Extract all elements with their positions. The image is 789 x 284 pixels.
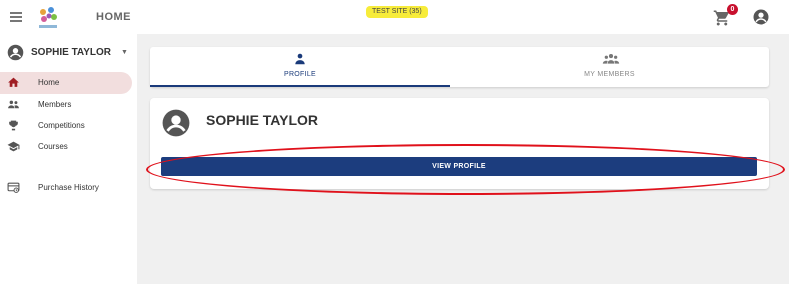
user-avatar-icon <box>7 44 24 61</box>
sidebar-item-courses[interactable]: Courses <box>0 136 132 158</box>
view-profile-button[interactable]: VIEW PROFILE <box>161 157 757 176</box>
sidebar-user-name: SOPHIE TAYLOR <box>31 47 112 58</box>
receipt-icon <box>7 182 20 193</box>
sidebar-item-label: Home <box>38 78 60 87</box>
sidebar-item-label: Purchase History <box>38 183 99 192</box>
sidebar-item-label: Members <box>38 100 72 109</box>
hamburger-icon[interactable] <box>10 12 22 22</box>
tab-my-members[interactable]: MY MEMBERS <box>450 47 769 87</box>
tab-label: PROFILE <box>283 71 317 78</box>
logo-image[interactable] <box>34 4 62 31</box>
group-icon <box>602 54 620 64</box>
person-icon <box>295 53 305 65</box>
account-icon[interactable] <box>752 8 770 26</box>
top-bar: HOME TEST SITE (35) 0 <box>0 0 789 34</box>
sidebar-item-competitions[interactable]: Competitions <box>0 115 132 137</box>
members-icon <box>8 100 19 109</box>
sidebar-item-label: Competitions <box>38 121 85 130</box>
profile-card: SOPHIE TAYLOR VIEW PROFILE <box>150 98 769 189</box>
graduation-cap-icon <box>7 141 20 152</box>
tab-bar: PROFILE MY MEMBERS <box>150 47 769 87</box>
site-badge: TEST SITE (35) <box>366 6 428 18</box>
sidebar-item-home[interactable]: Home <box>0 72 132 94</box>
profile-avatar-icon <box>162 109 190 137</box>
page-title: HOME <box>96 11 131 23</box>
sidebar-item-purchase-history[interactable]: Purchase History <box>0 177 132 199</box>
profile-name: SOPHIE TAYLOR <box>206 112 319 128</box>
tab-profile[interactable]: PROFILE <box>150 47 450 87</box>
chevron-down-icon: ▼ <box>121 49 128 56</box>
trophy-icon <box>9 120 18 131</box>
sidebar-item-members[interactable]: Members <box>0 94 132 116</box>
home-icon <box>8 77 19 87</box>
tab-label: MY MEMBERS <box>584 71 635 78</box>
sidebar-item-label: Courses <box>38 142 68 151</box>
main-content: PROFILE MY MEMBERS SOPHIE TAYLOR VIEW PR… <box>137 34 789 284</box>
sidebar-user-menu[interactable]: SOPHIE TAYLOR ▼ <box>7 44 131 64</box>
sidebar: SOPHIE TAYLOR ▼ Home Members Competition… <box>0 34 137 284</box>
cart-count-badge: 0 <box>727 4 738 15</box>
